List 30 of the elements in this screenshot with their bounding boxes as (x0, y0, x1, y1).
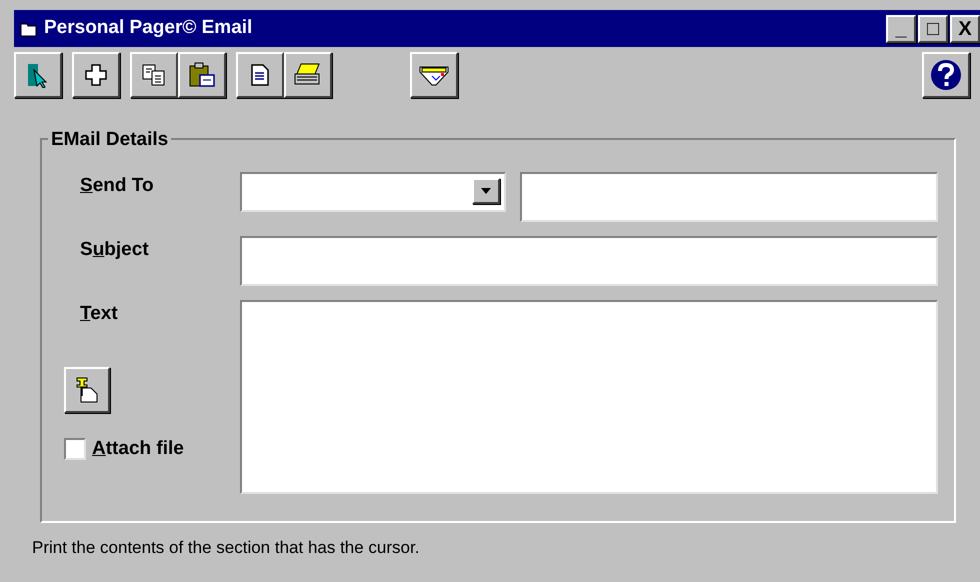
exit-button[interactable] (14, 52, 62, 98)
text-label: Text (80, 302, 119, 326)
address-field[interactable] (520, 172, 938, 222)
window-title: Personal Pager© Email (44, 16, 252, 40)
attach-button[interactable] (64, 366, 110, 412)
close-button[interactable]: X (950, 14, 980, 42)
copy-icon (141, 63, 167, 87)
dropdown-arrow-button[interactable] (472, 178, 500, 204)
help-button[interactable] (922, 52, 970, 98)
clipboard-icon (188, 62, 216, 88)
copy-button[interactable] (130, 52, 178, 98)
add-button[interactable] (72, 52, 120, 98)
send-to-label: Send To (80, 175, 154, 196)
minimize-button[interactable]: _ (886, 14, 916, 42)
page-button[interactable] (236, 52, 284, 98)
paste-button[interactable] (178, 52, 226, 98)
document-icon (250, 63, 270, 87)
help-icon (929, 58, 963, 92)
caret-icon (481, 188, 491, 194)
attach-file-label: Attach file (92, 436, 184, 460)
maximize-button[interactable]: □ (918, 14, 948, 42)
plus-icon (84, 63, 108, 87)
print-button[interactable] (284, 52, 332, 98)
subject-field[interactable] (240, 236, 938, 286)
send-to-dropdown[interactable] (240, 172, 506, 212)
pager-button[interactable] (410, 52, 458, 98)
attach-checkbox[interactable] (64, 438, 86, 460)
subject-label: Subject (80, 239, 149, 260)
status-text: Print the contents of the section that has the cursor. (32, 537, 420, 559)
window-icon (20, 20, 38, 36)
